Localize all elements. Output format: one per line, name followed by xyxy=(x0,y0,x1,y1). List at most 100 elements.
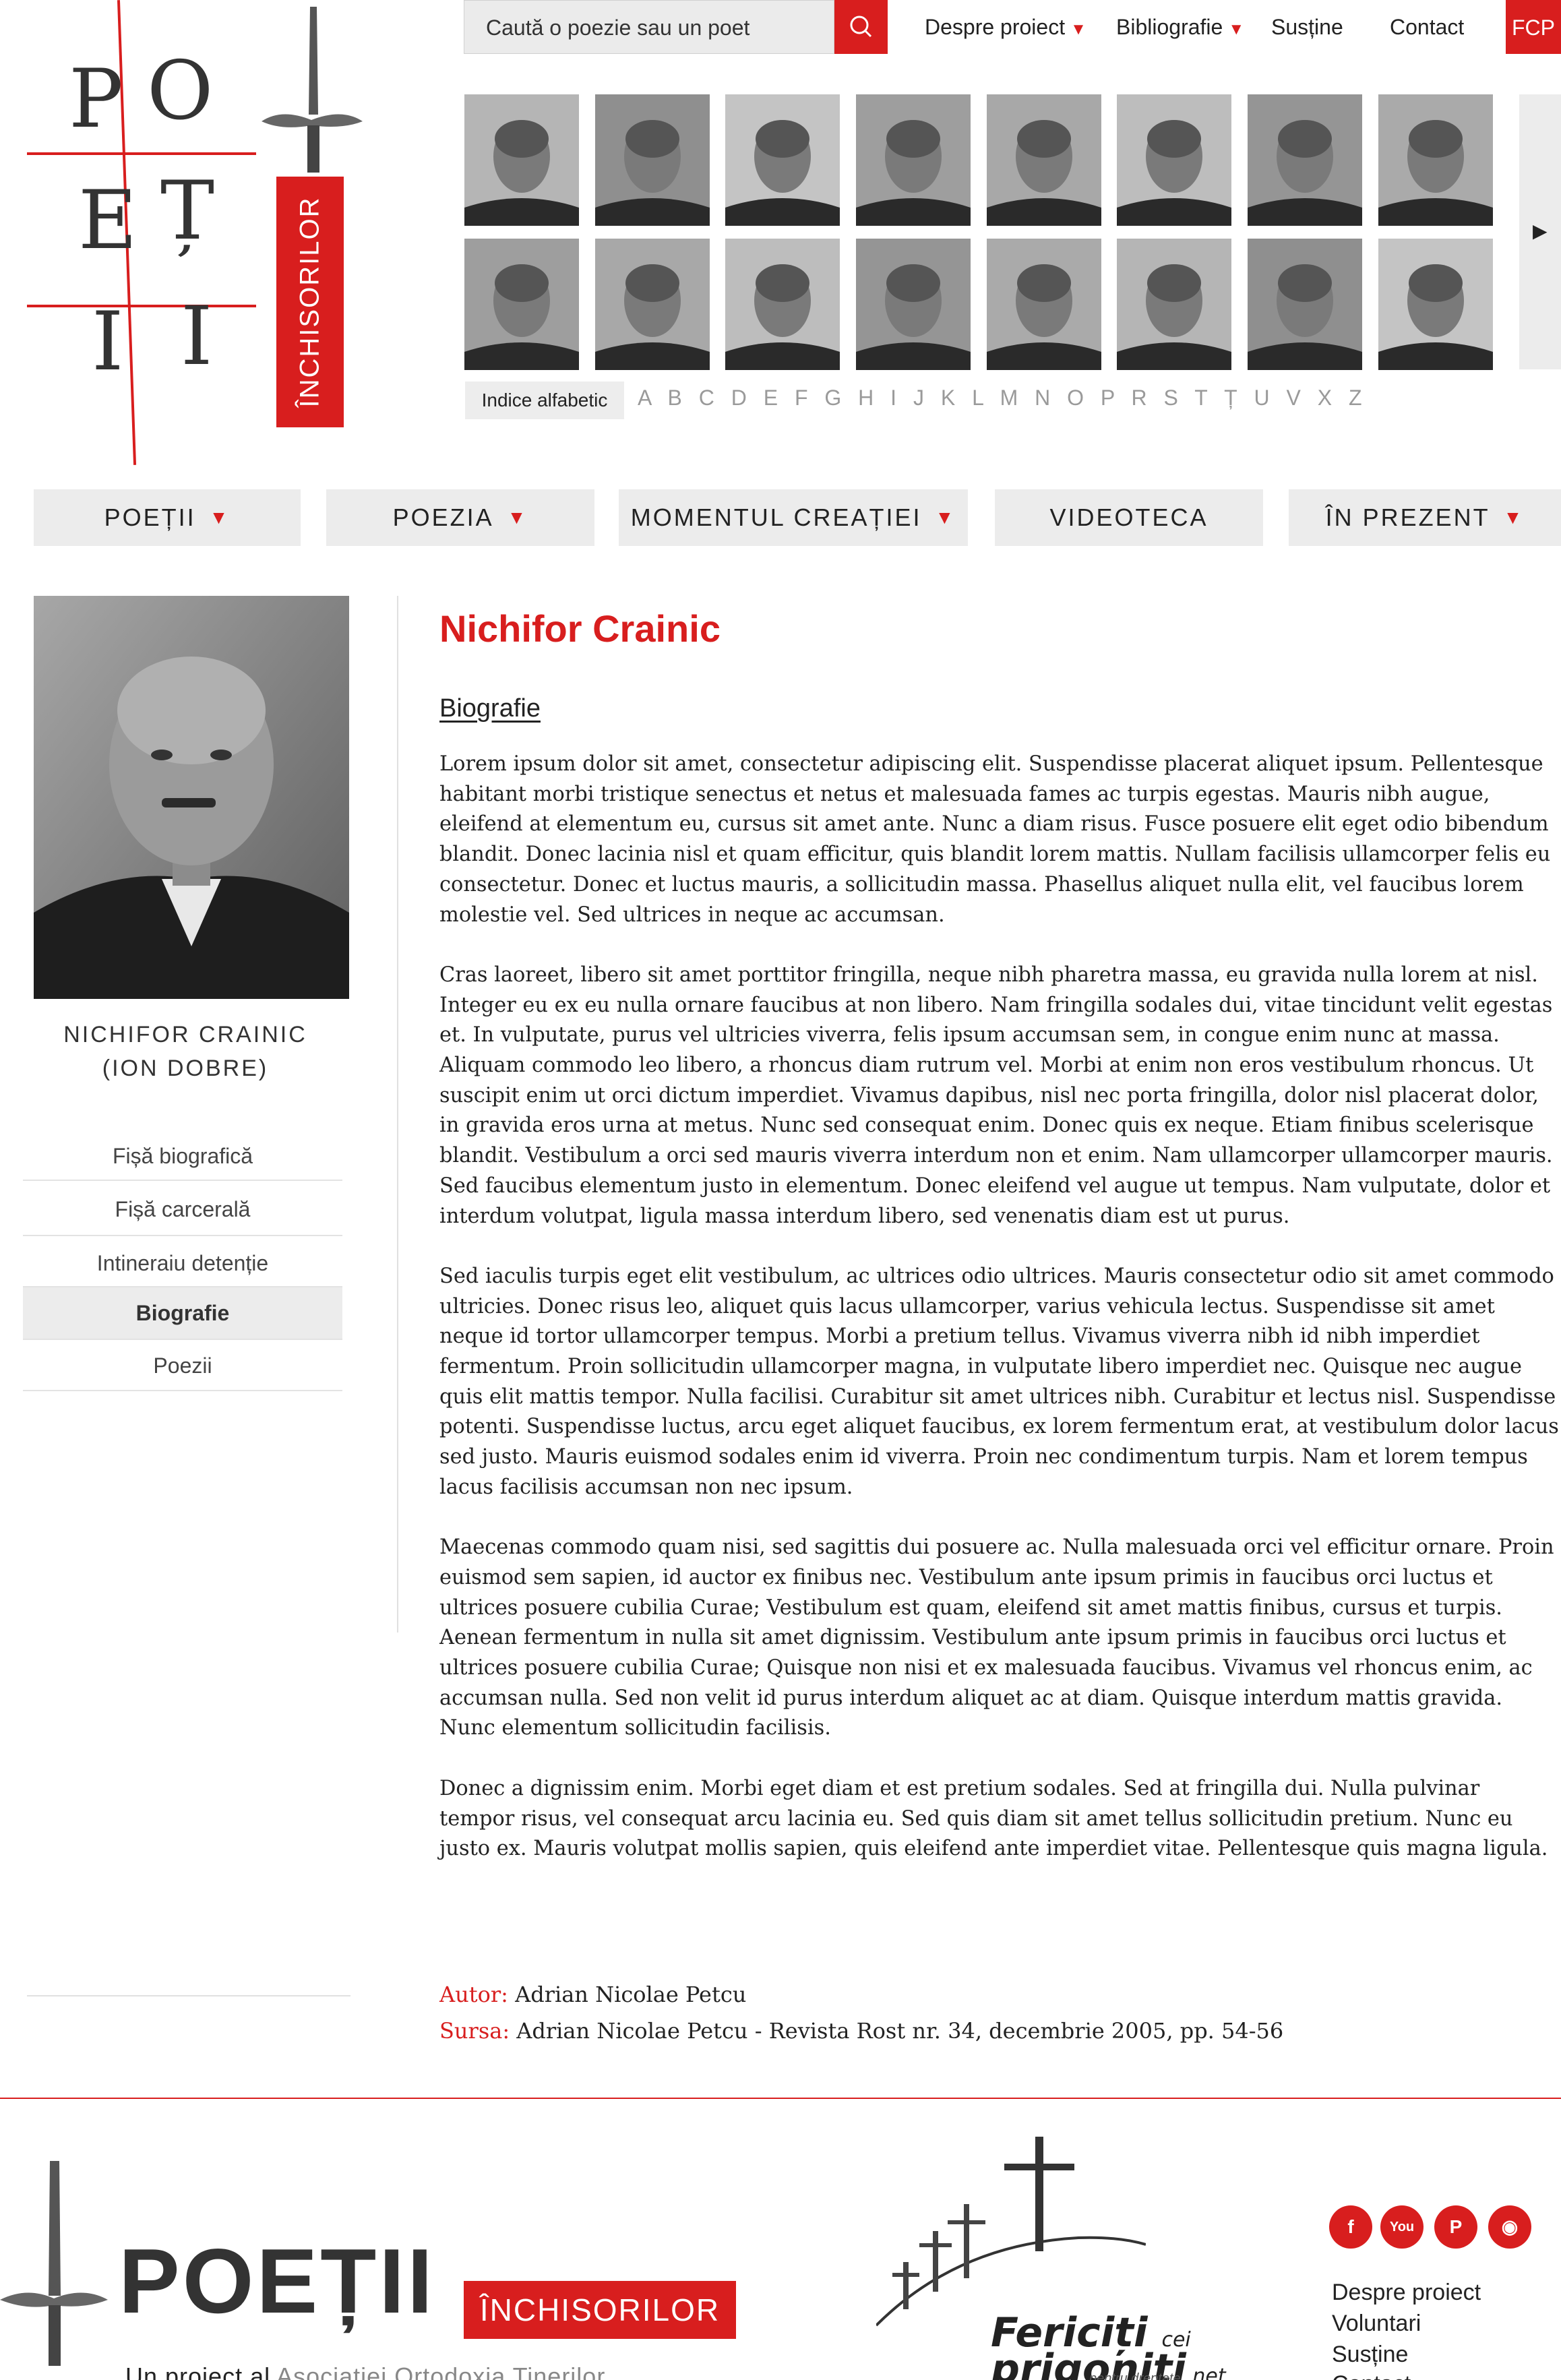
mainnav-poezia[interactable]: POEZIA ▼ xyxy=(326,489,594,546)
footer-link-contact[interactable]: Contact xyxy=(1332,2373,1411,2380)
logo-letter: Ț xyxy=(160,164,215,258)
poet-photo xyxy=(725,94,840,226)
alphabet-letter[interactable]: T xyxy=(1194,386,1210,410)
paypal-icon[interactable]: P xyxy=(1434,2205,1477,2249)
poet-thumbnail[interactable] xyxy=(1117,239,1231,370)
mainnav-videoteca[interactable]: VIDEOTECA xyxy=(995,489,1263,546)
alphabet-letter[interactable]: N xyxy=(1035,386,1053,410)
topnav-bibliografie[interactable]: Bibliografie ▼ xyxy=(1116,15,1244,40)
mainnav-poetii[interactable]: POEȚII ▼ xyxy=(34,489,301,546)
poet-thumbnail[interactable] xyxy=(1248,239,1362,370)
poet-photo xyxy=(595,94,710,226)
poet-thumbnail[interactable] xyxy=(464,94,579,226)
alphabet-letter[interactable]: U xyxy=(1254,386,1273,410)
poet-photo xyxy=(987,94,1101,226)
alphabet-letter[interactable]: D xyxy=(731,386,749,410)
alphabet-letter[interactable]: O xyxy=(1067,386,1086,410)
logo-letter: I xyxy=(92,295,124,389)
poet-thumbnail[interactable] xyxy=(856,94,971,226)
poet-thumbnail[interactable] xyxy=(1378,239,1493,370)
alphabet-letter[interactable]: G xyxy=(824,386,844,410)
alphabet-letter[interactable]: H xyxy=(858,386,876,410)
facebook-icon[interactable]: f xyxy=(1329,2205,1372,2249)
grid-next-button[interactable]: ▶ xyxy=(1519,94,1561,369)
fcp-logo[interactable]: Fericiți cei prigoniți.net xyxy=(991,2313,1226,2380)
article-paragraph: Cras laoreet, libero sit amet porttitor … xyxy=(439,963,1553,1228)
dropdown-arrow-icon: ▼ xyxy=(507,507,528,528)
poet-thumbnail[interactable] xyxy=(1248,94,1362,226)
poet-photo xyxy=(725,239,840,370)
poet-photo xyxy=(1117,94,1231,226)
alphabet-letter[interactable]: R xyxy=(1132,386,1150,410)
alphabet-letter[interactable]: F xyxy=(795,386,811,410)
poet-thumbnail[interactable] xyxy=(856,239,971,370)
poet-name: NICHIFOR CRAINIC (ION DOBRE) xyxy=(63,1022,307,1081)
footer-divider xyxy=(0,2098,1561,2099)
poet-photo xyxy=(464,239,579,370)
alphabet-letter[interactable]: X xyxy=(1318,386,1335,410)
alphabet-letter[interactable]: L xyxy=(972,386,986,410)
alphabet-letter[interactable]: E xyxy=(764,386,780,410)
poet-photo xyxy=(856,239,971,370)
footer-link-sustine[interactable]: Susține xyxy=(1332,2342,1408,2368)
topnav-contact[interactable]: Contact xyxy=(1390,15,1464,40)
rss-icon[interactable]: ◉ xyxy=(1488,2205,1531,2249)
alphabet-letter[interactable]: B xyxy=(667,386,684,410)
source-label: Sursa: xyxy=(439,2018,510,2044)
mainnav-momentul-creatiei[interactable]: MOMENTUL CREAȚIEI ▼ xyxy=(619,489,968,546)
footer-link-despre-proiect[interactable]: Despre proiect xyxy=(1332,2280,1481,2306)
alphabet-letter[interactable]: A xyxy=(638,386,654,410)
source-value: Adrian Nicolae Petcu - Revista Rost nr. … xyxy=(516,2018,1284,2044)
alphabet-letter[interactable]: C xyxy=(699,386,717,410)
sidebar-item-poezii[interactable]: Poezii xyxy=(23,1340,342,1391)
search-input[interactable]: Caută o poezie sau un poet xyxy=(464,0,834,54)
alphabet-letter[interactable]: K xyxy=(941,386,958,410)
poet-thumbnail[interactable] xyxy=(464,239,579,370)
sidebar-item-itinerariu-detentie[interactable]: Intineraiu detenție xyxy=(23,1236,342,1287)
sidebar-item-fisa-biografica[interactable]: Fișă biografică xyxy=(23,1138,342,1181)
poet-photo xyxy=(1378,94,1493,226)
footer-logo-banner: ÎNCHISORILOR xyxy=(464,2281,736,2339)
site-logo[interactable]: P O E Ț I I ÎNCHISORILOR xyxy=(27,0,377,472)
sidebar-divider xyxy=(27,1995,350,1996)
logo-banner: ÎNCHISORILOR xyxy=(276,177,344,427)
dropdown-arrow-icon: ▼ xyxy=(1503,507,1525,528)
article-paragraph: Lorem ipsum dolor sit amet, consectetur … xyxy=(439,752,1551,927)
fcp-button[interactable]: FCP xyxy=(1506,0,1561,54)
author-label: Autor: xyxy=(439,1982,508,2007)
poet-thumbnail[interactable] xyxy=(725,239,840,370)
poet-thumbnail[interactable] xyxy=(1117,94,1231,226)
poet-thumbnail[interactable] xyxy=(1378,94,1493,226)
footer-link-voluntari[interactable]: Voluntari xyxy=(1332,2311,1421,2337)
logo-letter: P xyxy=(69,53,123,146)
alphabet-letter[interactable]: I xyxy=(890,386,899,410)
alphabet-letter[interactable]: S xyxy=(1164,386,1181,410)
poet-thumbnail[interactable] xyxy=(987,239,1101,370)
topnav-sustine[interactable]: Susține xyxy=(1271,15,1343,40)
article-body: Lorem ipsum dolor sit amet, consectetur … xyxy=(439,750,1561,1895)
sidebar-item-biografie[interactable]: Biografie xyxy=(23,1287,342,1340)
poet-photo xyxy=(1248,239,1362,370)
alphabet-letter[interactable]: Ț xyxy=(1224,386,1240,410)
dropdown-arrow-icon: ▼ xyxy=(1070,20,1086,38)
logo-letter: E xyxy=(78,174,137,268)
poet-thumbnail[interactable] xyxy=(595,94,710,226)
mainnav-in-prezent[interactable]: ÎN PREZENT ▼ xyxy=(1289,489,1561,546)
footer-logo-title[interactable]: POEȚII xyxy=(119,2235,435,2327)
poet-thumbnail[interactable] xyxy=(987,94,1101,226)
article-paragraph: Sed iaculis turpis eget elit vestibulum,… xyxy=(439,1264,1559,1499)
youtube-icon[interactable]: You xyxy=(1380,2205,1424,2249)
alphabet-letter[interactable]: V xyxy=(1287,386,1304,410)
alphabet-letter[interactable]: Z xyxy=(1349,386,1365,410)
poet-portrait xyxy=(34,596,349,999)
poet-thumbnail[interactable] xyxy=(725,94,840,226)
search-button[interactable] xyxy=(834,0,888,54)
article-paragraph: Maecenas commodo quam nisi, sed sagittis… xyxy=(439,1535,1554,1740)
poet-thumbnail[interactable] xyxy=(595,239,710,370)
alphabet-letter[interactable]: P xyxy=(1101,386,1118,410)
alphabet-letter[interactable]: M xyxy=(1000,386,1021,410)
sidebar-item-fisa-carcerala[interactable]: Fișă carcerală xyxy=(23,1181,342,1236)
organization-link[interactable]: Asociației Ortodoxia Tinerilor xyxy=(276,2362,605,2380)
topnav-despre-proiect[interactable]: Despre proiect ▼ xyxy=(925,15,1086,40)
alphabet-letter[interactable]: J xyxy=(913,386,927,410)
